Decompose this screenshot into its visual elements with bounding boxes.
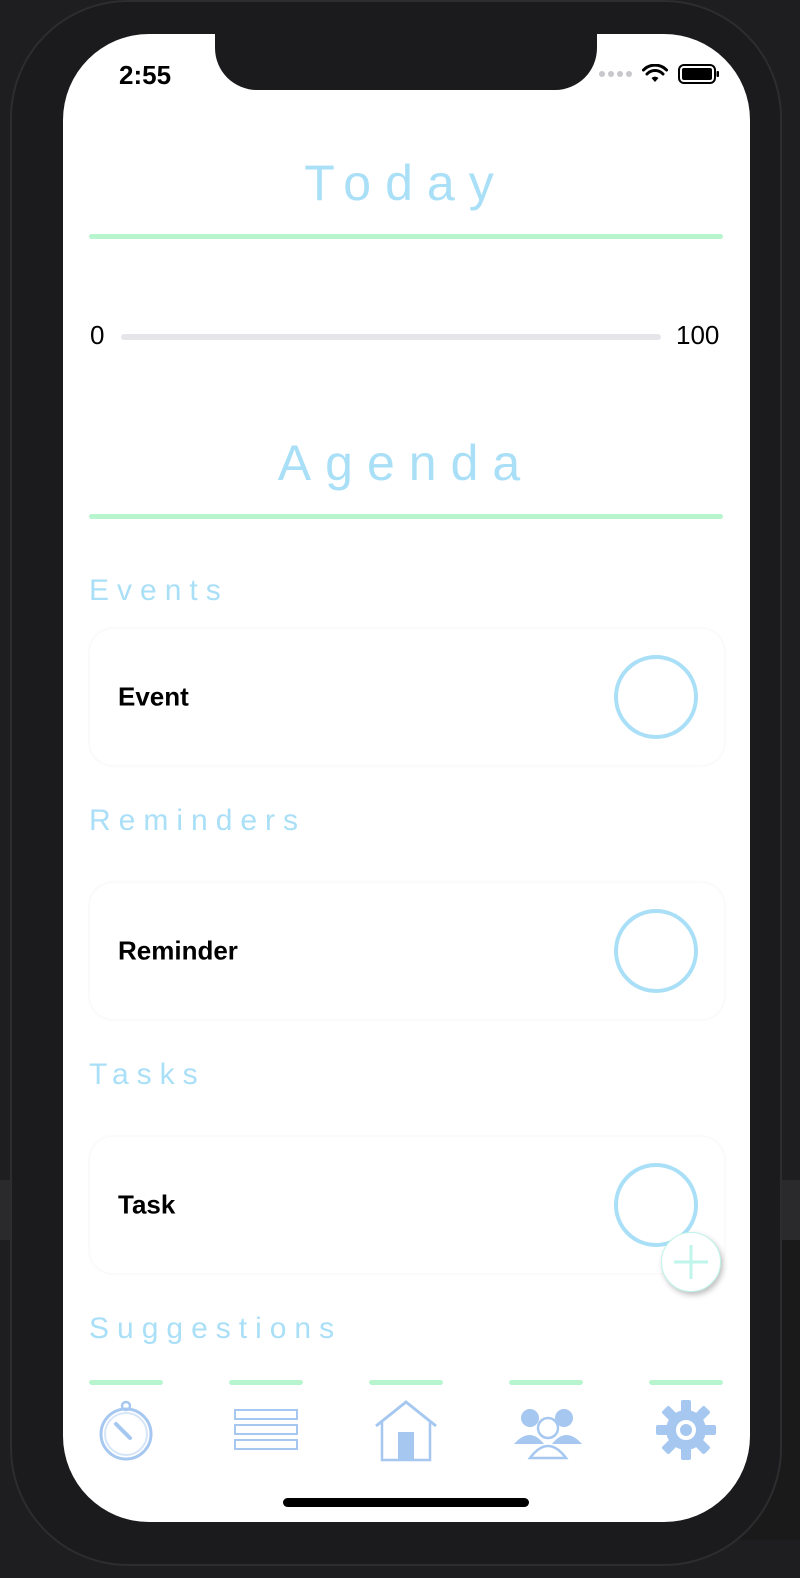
- device-notch: [215, 34, 597, 90]
- plus-icon: [674, 1245, 708, 1279]
- stopwatch-icon: [99, 1400, 153, 1461]
- agenda-divider: [89, 514, 723, 519]
- list-icon: [234, 1409, 298, 1450]
- status-time: 2:55: [119, 60, 172, 90]
- slider-min-label: 0: [90, 320, 105, 350]
- slider-max-label: 100: [676, 320, 720, 350]
- app-screen: 2:55 Today 0 100 Agenda Events Event Rem…: [63, 34, 750, 1522]
- event-complete-toggle[interactable]: [614, 655, 698, 739]
- tab-list[interactable]: [229, 1380, 303, 1480]
- task-card[interactable]: Task: [89, 1136, 725, 1274]
- tab-indicator: [649, 1380, 723, 1385]
- tab-indicator: [229, 1380, 303, 1385]
- wifi-icon: [642, 64, 668, 82]
- tab-indicator: [369, 1380, 443, 1385]
- tab-indicator: [509, 1380, 583, 1385]
- tab-home[interactable]: [369, 1380, 443, 1480]
- tasks-heading: Tasks: [89, 1058, 206, 1091]
- status-icons: [599, 64, 720, 84]
- agenda-title: Agenda: [277, 435, 535, 491]
- event-label: Event: [118, 681, 189, 712]
- reminder-card[interactable]: Reminder: [89, 882, 725, 1020]
- today-title: Today: [304, 155, 508, 211]
- progress-slider[interactable]: [121, 334, 661, 340]
- gear-icon: [656, 1400, 716, 1460]
- reminders-heading: Reminders: [89, 804, 307, 837]
- suggestions-heading: Suggestions: [89, 1312, 343, 1345]
- add-button[interactable]: [661, 1232, 721, 1292]
- events-heading: Events: [89, 574, 229, 607]
- tab-people[interactable]: [509, 1380, 583, 1480]
- today-divider: [89, 234, 723, 239]
- cellular-signal-icon: [599, 71, 632, 77]
- home-indicator[interactable]: [283, 1498, 529, 1507]
- group-icon: [514, 1409, 582, 1460]
- tab-bar: [63, 1380, 750, 1480]
- tab-settings[interactable]: [649, 1380, 723, 1480]
- reminder-label: Reminder: [118, 935, 238, 966]
- iphone-simulator-frame: 2:55 Today 0 100 Agenda Events Event Rem…: [10, 0, 782, 1566]
- tab-indicator: [89, 1380, 163, 1385]
- event-card[interactable]: Event: [89, 628, 725, 766]
- battery-icon: [678, 64, 719, 84]
- tab-timer[interactable]: [89, 1380, 163, 1480]
- house-icon: [375, 1400, 437, 1462]
- task-label: Task: [118, 1189, 176, 1220]
- reminder-complete-toggle[interactable]: [614, 909, 698, 993]
